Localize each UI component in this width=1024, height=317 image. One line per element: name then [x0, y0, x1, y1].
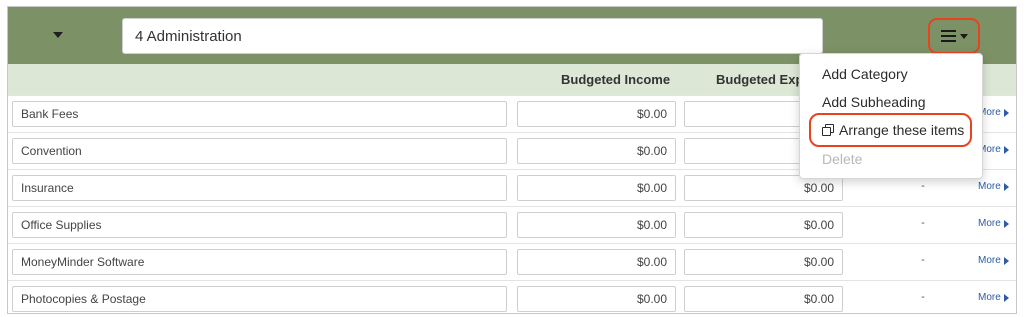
options-menu-button[interactable] [928, 18, 980, 54]
menu-item-arrange[interactable]: Arrange these items [822, 122, 964, 138]
table-row: Photocopies & Postage $0.00 $0.00 - More [8, 280, 1016, 313]
category-name-input[interactable] [122, 18, 823, 54]
caret-right-icon [1003, 182, 1009, 191]
caret-down-icon [53, 32, 63, 38]
remaining-value: - [921, 217, 925, 229]
item-name-field[interactable]: Photocopies & Postage [12, 286, 507, 312]
menu-item-arrange-label: Arrange these items [839, 122, 965, 138]
budgeted-income-field[interactable]: $0.00 [517, 101, 676, 127]
item-name-field[interactable]: Office Supplies [12, 212, 507, 238]
remaining-value: - [921, 254, 925, 266]
copy-icon [822, 123, 835, 137]
item-name-field[interactable]: MoneyMinder Software [12, 249, 507, 275]
menu-item-add-subheading[interactable]: Add Subheading [822, 94, 926, 110]
more-label: More [978, 292, 1001, 303]
budgeted-expense-field[interactable]: $0.00 [684, 212, 843, 238]
table-row: Office Supplies $0.00 $0.00 - More [8, 206, 1016, 243]
budgeted-income-field[interactable]: $0.00 [517, 212, 676, 238]
more-link[interactable]: More [978, 292, 1009, 303]
more-link[interactable]: More [978, 181, 1009, 192]
budgeted-income-field[interactable]: $0.00 [517, 175, 676, 201]
item-name-field[interactable]: Convention [12, 138, 507, 164]
remaining-value: - [921, 291, 925, 303]
column-budgeted-income: Budgeted Income [561, 72, 671, 87]
more-label: More [978, 218, 1001, 229]
options-dropdown-menu: Add Category Add Subheading Arrange thes… [799, 53, 983, 179]
collapse-toggle[interactable] [38, 19, 78, 51]
chevron-down-icon [959, 34, 968, 39]
caret-right-icon [1003, 145, 1009, 154]
budgeted-income-field[interactable]: $0.00 [517, 138, 676, 164]
menu-item-add-category[interactable]: Add Category [822, 66, 908, 82]
more-label: More [978, 181, 1001, 192]
table-row: MoneyMinder Software $0.00 $0.00 - More [8, 243, 1016, 280]
caret-right-icon [1003, 108, 1009, 117]
caret-right-icon [1003, 219, 1009, 228]
remaining-value: - [921, 180, 925, 192]
item-name-field[interactable]: Insurance [12, 175, 507, 201]
column-budgeted-expense: Budgeted Exp [716, 72, 804, 87]
budgeted-income-field[interactable]: $0.00 [517, 249, 676, 275]
budgeted-income-field[interactable]: $0.00 [517, 286, 676, 312]
budgeted-expense-field[interactable]: $0.00 [684, 286, 843, 312]
more-link[interactable]: More [978, 218, 1009, 229]
item-name-field[interactable]: Bank Fees [12, 101, 507, 127]
menu-item-delete: Delete [822, 151, 863, 167]
budgeted-expense-field[interactable]: $0.00 [684, 249, 843, 275]
caret-right-icon [1003, 293, 1009, 302]
more-label: More [978, 255, 1001, 266]
more-link[interactable]: More [978, 255, 1009, 266]
hamburger-menu-icon [940, 30, 956, 42]
caret-right-icon [1003, 256, 1009, 265]
